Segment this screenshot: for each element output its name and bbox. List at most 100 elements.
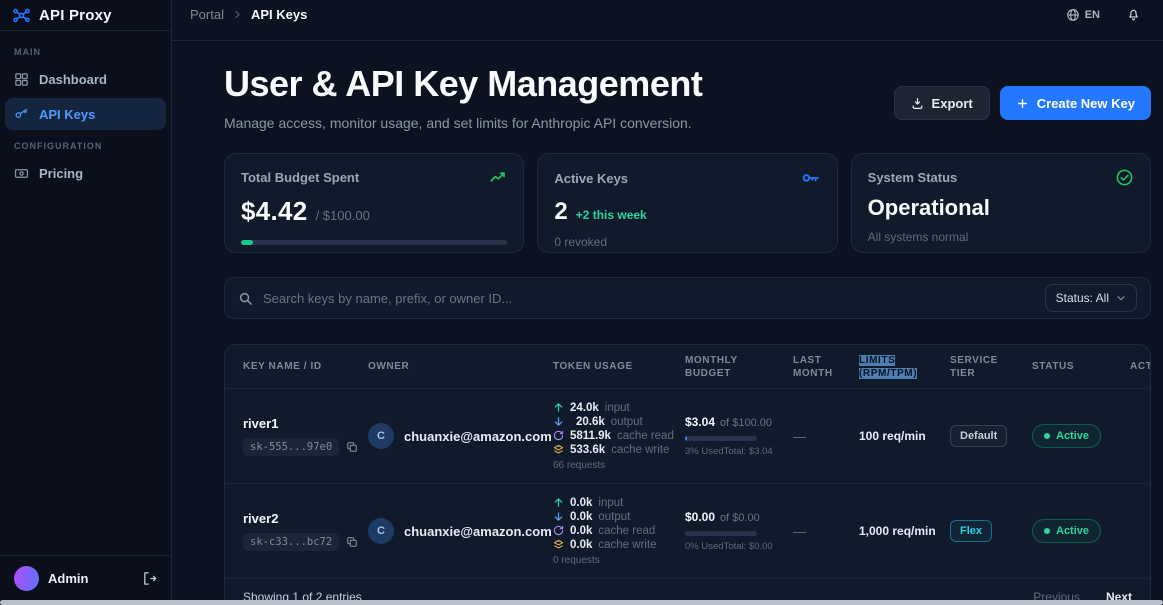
sidebar-item-pricing[interactable]: Pricing (5, 157, 166, 189)
stat-cards: Total Budget Spent $4.42 / $100.00 (224, 153, 1151, 253)
export-button[interactable]: Export (894, 86, 990, 120)
arrow-down-icon (553, 416, 564, 427)
breadcrumb-api-keys: API Keys (251, 7, 307, 22)
dashboard-grid-icon (14, 72, 29, 87)
status-badge: Active (1032, 519, 1101, 543)
create-new-key-button[interactable]: Create New Key (1000, 86, 1151, 120)
request-count: 66 requests (553, 460, 685, 471)
key-id-chip: sk-555...97e0 (243, 438, 339, 456)
status-badge: Active (1032, 424, 1101, 448)
notification-bell-icon[interactable] (1126, 7, 1141, 22)
last-month-cell: — (793, 429, 859, 444)
col-service-tier: SERVICETIER (950, 354, 1032, 380)
sidebar-item-api-keys[interactable]: API Keys (5, 98, 166, 130)
plus-icon (1016, 97, 1029, 110)
status-dot (1044, 528, 1050, 534)
globe-icon (1066, 8, 1080, 22)
table-row: river2 sk-c33...bc72 C chuanxie@amazon.c… (225, 484, 1151, 579)
refresh-icon (553, 430, 564, 441)
budget-progress-track (241, 240, 507, 245)
search-input[interactable] (263, 291, 1045, 306)
budget-total-value: / $100.00 (316, 208, 370, 223)
key-name: river2 (243, 511, 368, 526)
token-usage-cell: 24.0kinput 20.6koutput 5811.9kcache read… (553, 402, 685, 471)
owner-email: chuanxie@amazon.com (404, 524, 552, 539)
page-head: User & API Key Management Manage access,… (224, 63, 1151, 131)
limits-cell: 100 req/min (859, 429, 950, 443)
service-tier-badge: Default (950, 425, 1007, 447)
nav-section-configuration: CONFIGURATION (5, 133, 166, 157)
app-name: API Proxy (39, 7, 112, 24)
monthly-budget-cell: $0.00of $0.00 0% UsedTotal: $0.00 (685, 510, 793, 552)
main-area: Portal API Keys EN (172, 0, 1163, 605)
active-keys-delta: +2 this week (576, 208, 647, 222)
arrow-up-icon (553, 402, 564, 413)
nav-section-main: MAIN (5, 39, 166, 63)
status-filter-select[interactable]: Status: All (1045, 284, 1137, 312)
language-label: EN (1085, 9, 1100, 21)
topbar: Portal API Keys EN (172, 0, 1163, 41)
key-icon (801, 168, 821, 188)
service-tier-badge: Flex (950, 520, 992, 542)
budget-card: Total Budget Spent $4.42 / $100.00 (224, 153, 524, 253)
key-id-chip: sk-c33...bc72 (243, 533, 339, 551)
copy-icon[interactable] (346, 536, 358, 548)
network-hub-icon (12, 6, 31, 25)
download-icon (911, 97, 924, 110)
page-subtitle: Manage access, monitor usage, and set li… (224, 115, 702, 131)
user-row: Admin (0, 555, 171, 600)
create-new-key-label: Create New Key (1037, 96, 1135, 111)
active-keys-label: Active Keys (554, 171, 628, 186)
col-last-month: LASTMONTH (793, 354, 859, 380)
active-keys-count: 2 (554, 198, 567, 226)
key-name: river1 (243, 416, 368, 431)
search-icon (238, 291, 253, 306)
chevron-down-icon (1116, 293, 1126, 303)
trending-up-icon (489, 168, 507, 186)
owner-cell: C chuanxie@amazon.com (368, 423, 553, 449)
status-dot (1044, 433, 1050, 439)
copy-icon[interactable] (346, 441, 358, 453)
owner-avatar: C (368, 518, 394, 544)
col-monthly-budget: MONTHLYBUDGET (685, 354, 793, 380)
col-limits: LIMITS(RPM/TPM) (859, 354, 950, 380)
request-count: 0 requests (553, 555, 685, 566)
breadcrumb: Portal API Keys (190, 7, 307, 22)
col-token-usage: TOKEN USAGE (553, 360, 685, 373)
owner-cell: C chuanxie@amazon.com (368, 518, 553, 544)
search-filter-bar: Status: All (224, 277, 1151, 319)
sidebar-item-label: API Keys (39, 107, 95, 122)
key-icon (14, 107, 29, 122)
table-row: river1 sk-555...97e0 C chuanxie@amazon.c… (225, 389, 1151, 484)
sidebar: API Proxy MAIN Dashboard API Keys CONFIG… (0, 0, 172, 605)
language-switcher[interactable]: EN (1066, 8, 1100, 22)
app-logo: API Proxy (0, 0, 171, 31)
layers-icon (553, 444, 564, 455)
logout-icon[interactable] (142, 571, 157, 586)
system-status-card: System Status Operational All systems no… (851, 153, 1151, 253)
col-owner: OWNER (368, 360, 553, 373)
limits-cell: 1,000 req/min (859, 524, 950, 538)
breadcrumb-portal[interactable]: Portal (190, 7, 224, 22)
col-key-name: KEY NAME / ID (243, 360, 368, 373)
export-label: Export (932, 96, 973, 111)
chevron-right-icon (233, 10, 242, 19)
user-avatar (14, 566, 39, 591)
col-status: STATUS (1032, 360, 1130, 373)
monthly-budget-cell: $3.04of $100.00 3% UsedTotal: $3.04 (685, 415, 793, 457)
token-usage-cell: 0.0kinput 0.0koutput 0.0kcache read 0.0k… (553, 497, 685, 566)
user-name: Admin (48, 571, 88, 586)
sidebar-item-label: Pricing (39, 166, 83, 181)
budget-spent-value: $4.42 (241, 196, 308, 227)
system-status-value: Operational (868, 195, 1134, 221)
col-actions: ACTIONS (1130, 360, 1151, 373)
revoked-count: 0 revoked (554, 235, 820, 249)
budget-progress-fill (241, 240, 253, 245)
system-status-label: System Status (868, 170, 958, 185)
horizontal-scrollbar[interactable] (0, 600, 1163, 605)
sidebar-item-dashboard[interactable]: Dashboard (5, 63, 166, 95)
last-month-cell: — (793, 524, 859, 539)
active-keys-card: Active Keys 2 +2 this week 0 revoked (537, 153, 837, 253)
owner-email: chuanxie@amazon.com (404, 429, 552, 444)
arrow-up-icon (553, 497, 564, 508)
